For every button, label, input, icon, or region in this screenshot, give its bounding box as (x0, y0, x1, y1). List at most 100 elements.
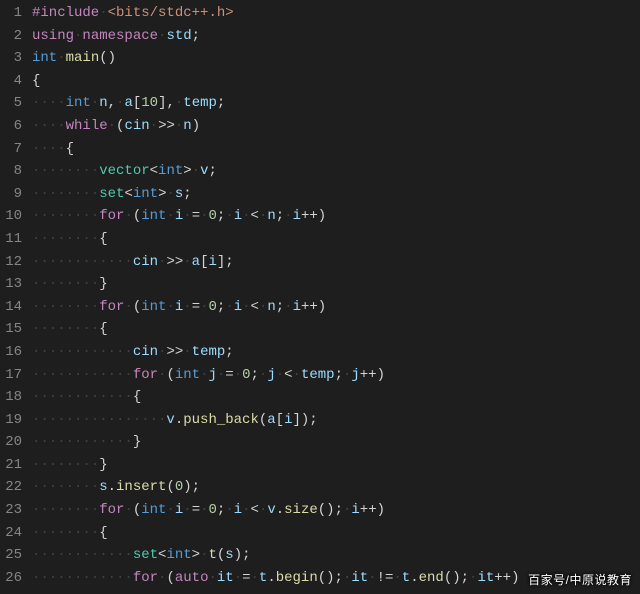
token-cls: vector (99, 163, 149, 179)
code-line[interactable]: int·main() (32, 47, 640, 70)
token-num: 10 (141, 95, 158, 111)
token-pun: (); (444, 570, 469, 586)
token-id: a (124, 95, 132, 111)
token-id: s (225, 547, 233, 563)
token-type: int (141, 502, 166, 518)
code-line[interactable]: ········for·(int·i·=·0;·i·<·v.size();·i+… (32, 499, 640, 522)
line-number: 25 (0, 544, 22, 567)
token-ws: ···· (32, 95, 66, 111)
line-number: 20 (0, 431, 22, 454)
token-op: = (192, 502, 200, 518)
code-line[interactable]: ········} (32, 454, 640, 477)
token-pun: { (99, 525, 107, 541)
token-ws: · (284, 208, 292, 224)
token-ws: ············ (32, 434, 133, 450)
code-line[interactable]: ········} (32, 273, 640, 296)
token-ws: · (242, 299, 250, 315)
token-pun: ) (318, 208, 326, 224)
token-id: n (267, 208, 275, 224)
token-ws: ········ (32, 321, 99, 337)
code-line[interactable]: ············} (32, 431, 640, 454)
token-pun: } (99, 457, 107, 473)
code-line[interactable]: ········{ (32, 318, 640, 341)
line-number: 1 (0, 2, 22, 25)
token-id: temp (183, 95, 217, 111)
code-line[interactable]: ············{ (32, 386, 640, 409)
token-pun: ) (318, 299, 326, 315)
code-line[interactable]: ············cin·>>·a[i]; (32, 251, 640, 274)
code-line[interactable]: ············cin·>>·temp; (32, 341, 640, 364)
line-number: 18 (0, 386, 22, 409)
token-fn: push_back (183, 412, 259, 428)
token-ws: · (293, 367, 301, 383)
code-line[interactable]: ········{ (32, 522, 640, 545)
code-line[interactable]: ····while·(cin·>>·n) (32, 115, 640, 138)
token-ws: · (183, 208, 191, 224)
code-line[interactable]: ····int·n,·a[10],·temp; (32, 92, 640, 115)
code-line[interactable]: ················v.push_back(a[i]); (32, 409, 640, 432)
token-pun: ; (192, 28, 200, 44)
line-number: 12 (0, 251, 22, 274)
token-type: int (166, 547, 191, 563)
token-pre: #include (32, 5, 99, 21)
token-ws: ················ (32, 412, 166, 428)
code-line[interactable]: ········{ (32, 228, 640, 251)
code-line[interactable]: ····{ (32, 138, 640, 161)
token-op: >> (166, 254, 183, 270)
code-line[interactable]: ········set<int>·s; (32, 183, 640, 206)
token-id: a (192, 254, 200, 270)
token-cls: set (133, 547, 158, 563)
token-pun: ; (217, 95, 225, 111)
code-line[interactable]: using·namespace·std; (32, 25, 640, 48)
token-id: j (351, 367, 359, 383)
token-ws: · (183, 344, 191, 360)
token-pun: ; (335, 367, 343, 383)
token-ws: · (225, 208, 233, 224)
token-pun: . (108, 479, 116, 495)
token-id: cin (124, 118, 149, 134)
code-line[interactable]: #include·<bits/stdc++.h> (32, 2, 640, 25)
token-pun: ( (166, 367, 174, 383)
token-fn: t (208, 547, 216, 563)
token-ws: ········ (32, 208, 99, 224)
token-op: = (192, 299, 200, 315)
token-pun: ; (251, 367, 259, 383)
code-line[interactable]: ············set<int>·t(s); (32, 544, 640, 567)
token-kw: for (133, 367, 158, 383)
token-pun: { (99, 231, 107, 247)
line-number: 6 (0, 115, 22, 138)
line-number: 21 (0, 454, 22, 477)
token-pun: ( (259, 412, 267, 428)
token-id: j (267, 367, 275, 383)
code-line[interactable]: ········s.insert(0); (32, 476, 640, 499)
token-op: = (225, 367, 233, 383)
token-ws: ············ (32, 547, 133, 563)
token-pun: (); (318, 502, 343, 518)
token-id: i (208, 254, 216, 270)
token-cls: set (99, 186, 124, 202)
token-op: = (192, 208, 200, 224)
code-line[interactable]: ········vector<int>·v; (32, 160, 640, 183)
token-id: n (267, 299, 275, 315)
token-id: std (166, 28, 191, 44)
token-ws: · (166, 186, 174, 202)
token-ws: ············ (32, 344, 133, 360)
token-op: ++ (360, 367, 377, 383)
token-fn: insert (116, 479, 166, 495)
line-number: 4 (0, 70, 22, 93)
code-line[interactable]: { (32, 70, 640, 93)
code-area[interactable]: #include·<bits/stdc++.h>using·namespace·… (32, 2, 640, 594)
token-pun: ( (133, 208, 141, 224)
code-editor[interactable]: 1234567891011121314151617181920212223242… (0, 0, 640, 594)
token-pun: ; (225, 344, 233, 360)
token-type: int (158, 163, 183, 179)
token-num: 0 (209, 502, 217, 518)
token-ws: · (99, 5, 107, 21)
token-pun: { (133, 389, 141, 405)
token-kw: for (99, 299, 124, 315)
code-line[interactable]: ············for·(int·j·=·0;·j·<·temp;·j+… (32, 364, 640, 387)
token-id: v (166, 412, 174, 428)
code-line[interactable]: ········for·(int·i·=·0;·i·<·n;·i++) (32, 205, 640, 228)
token-id: it (477, 570, 494, 586)
code-line[interactable]: ········for·(int·i·=·0;·i·<·n;·i++) (32, 296, 640, 319)
